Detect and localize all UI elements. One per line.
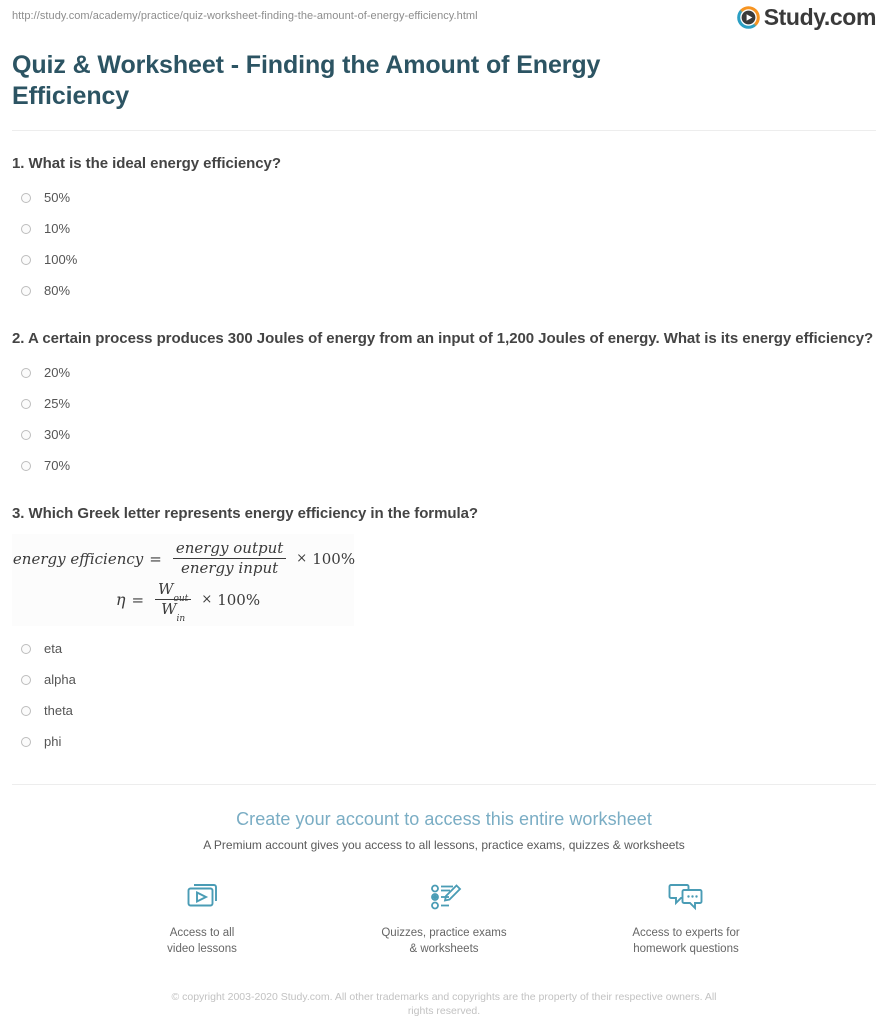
options-group: eta alpha theta phi	[12, 633, 876, 757]
formula-fraction: Wout Win	[155, 580, 192, 624]
feature-label-line2: & worksheets	[409, 943, 479, 955]
formula-rhs: 100%	[217, 590, 261, 609]
option-row[interactable]: 50%	[12, 182, 876, 213]
feature-label: Quizzes, practice exams & worksheets	[369, 925, 519, 957]
radio-button[interactable]	[21, 674, 31, 685]
formula-equals: =	[149, 549, 162, 568]
radio-button[interactable]	[21, 367, 31, 378]
radio-button[interactable]	[21, 398, 31, 409]
worksheet-page: http://study.com/academy/practice/quiz-w…	[0, 0, 888, 1024]
cta-subtitle: A Premium account gives you access to al…	[203, 838, 685, 852]
formula-equals: =	[131, 590, 145, 609]
option-label: phi	[44, 733, 62, 749]
cta-title[interactable]: Create your account to access this entir…	[0, 808, 888, 830]
option-label: 30%	[44, 426, 71, 442]
w-out-base: W	[158, 580, 174, 598]
fraction-numerator: Wout	[155, 580, 191, 604]
radio-button[interactable]	[21, 285, 31, 296]
options-group: 20% 25% 30% 70%	[12, 357, 876, 481]
option-label: theta	[44, 702, 73, 718]
question-text: 2. A certain process produces 300 Joules…	[12, 330, 874, 347]
radio-button[interactable]	[21, 460, 31, 471]
feature-list: Access to all video lessons Quizzes, pra…	[0, 876, 888, 957]
radio-button[interactable]	[21, 254, 31, 265]
option-label: 20%	[44, 364, 71, 380]
radio-button[interactable]	[21, 643, 31, 654]
option-label: 70%	[44, 457, 71, 473]
page-header: http://study.com/academy/practice/quiz-w…	[0, 0, 888, 40]
feature-label-line1: Access to all	[169, 927, 235, 939]
question-text: 1. What is the ideal energy efficiency?	[12, 155, 281, 172]
formula-line-1: energy efficiency = energy output energy…	[12, 539, 356, 577]
radio-button[interactable]	[21, 429, 31, 440]
option-label: 50%	[44, 189, 71, 205]
option-label: alpha	[44, 671, 76, 687]
fraction-numerator: energy output	[175, 539, 284, 557]
option-row[interactable]: 80%	[12, 275, 876, 306]
play-circle-icon	[736, 6, 760, 29]
feature-video-lessons: Access to all video lessons	[127, 876, 277, 957]
question-1: 1. What is the ideal energy efficiency? …	[12, 131, 876, 306]
feature-label: Access to experts for homework questions	[611, 925, 761, 957]
option-label: 100%	[44, 251, 78, 267]
feature-label: Access to all video lessons	[127, 925, 277, 957]
energy-efficiency-formula-image: energy efficiency = energy output energy…	[12, 534, 356, 626]
formula-line-2: η = Wout Win × 100%	[12, 580, 354, 624]
feature-experts: Access to experts for homework questions	[611, 876, 761, 957]
chat-bubbles-icon	[611, 876, 761, 918]
questions-list: 1. What is the ideal energy efficiency? …	[0, 131, 888, 757]
fraction-denominator: energy input	[180, 559, 279, 577]
radio-button[interactable]	[21, 705, 31, 716]
radio-button[interactable]	[21, 223, 31, 234]
page-title: Quiz & Worksheet - Finding the Amount of…	[12, 51, 601, 110]
option-label: 25%	[44, 395, 71, 411]
option-row[interactable]: 10%	[12, 213, 876, 244]
option-label: 80%	[44, 282, 71, 298]
radio-button[interactable]	[21, 192, 31, 203]
option-row[interactable]: 70%	[12, 450, 876, 481]
cta-section: Create your account to access this entir…	[0, 785, 888, 1018]
option-row[interactable]: 25%	[12, 388, 876, 419]
quiz-pencil-icon	[369, 876, 519, 918]
question-2: 2. A certain process produces 300 Joules…	[12, 306, 876, 481]
feature-label-line2: homework questions	[633, 943, 739, 955]
option-row[interactable]: eta	[12, 633, 876, 664]
feature-label-line1: Access to experts for	[632, 927, 740, 939]
multiply-symbol: ×	[201, 592, 213, 607]
eta-symbol: η	[115, 590, 126, 609]
option-row[interactable]: 30%	[12, 419, 876, 450]
option-row[interactable]: phi	[12, 726, 876, 757]
feature-quizzes: Quizzes, practice exams & worksheets	[369, 876, 519, 957]
option-label: 10%	[44, 220, 71, 236]
study-com-logo[interactable]: Study.com	[736, 4, 877, 30]
multiply-symbol: ×	[296, 551, 308, 566]
option-row[interactable]: theta	[12, 695, 876, 726]
w-in-base: W	[161, 600, 177, 618]
question-3: 3. Which Greek letter represents energy …	[12, 481, 876, 757]
formula-lhs: energy efficiency	[12, 549, 144, 568]
formula-rhs: 100%	[312, 549, 356, 568]
option-row[interactable]: 100%	[12, 244, 876, 275]
option-label: eta	[44, 640, 63, 656]
copyright-text: © copyright 2003-2020 Study.com. All oth…	[171, 991, 717, 1017]
logo-wordmark: Study.com	[763, 4, 877, 30]
formula-fraction: energy output energy input	[172, 539, 287, 577]
feature-label-line2: video lessons	[167, 943, 237, 955]
feature-label-line1: Quizzes, practice exams	[381, 927, 507, 939]
w-in-subscript: in	[176, 614, 186, 624]
options-group: 50% 10% 100% 80%	[12, 182, 876, 306]
option-row[interactable]: alpha	[12, 664, 876, 695]
option-row[interactable]: 20%	[12, 357, 876, 388]
question-text: 3. Which Greek letter represents energy …	[12, 505, 479, 522]
radio-button[interactable]	[21, 736, 31, 747]
video-stack-icon	[127, 876, 277, 918]
